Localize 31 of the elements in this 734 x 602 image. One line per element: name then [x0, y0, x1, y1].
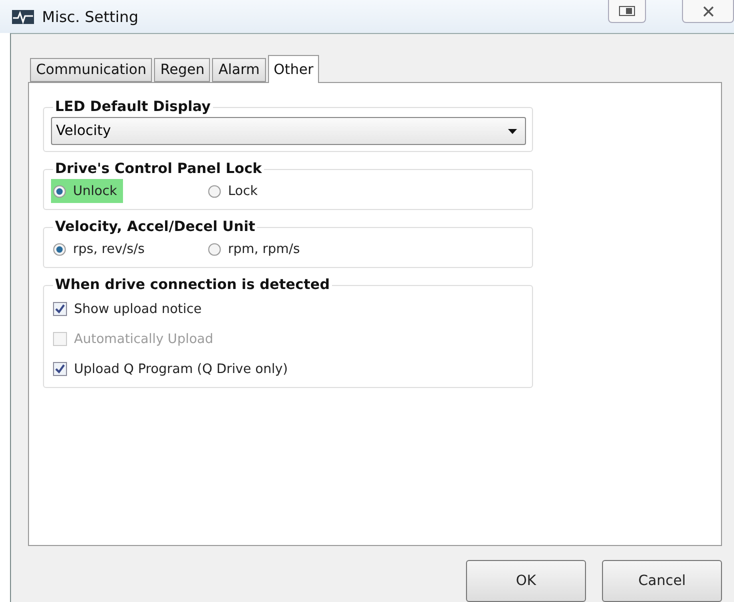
tab[interactable]: Regen [154, 58, 210, 82]
close-icon [702, 6, 714, 16]
option-label: rpm, rpm/s [228, 242, 300, 256]
option-label: Upload Q Program (Q Drive only) [74, 362, 288, 376]
option-label: Show upload notice [74, 302, 202, 316]
caret-icon [508, 128, 517, 134]
option-label: rps, rev/s/s [73, 242, 145, 256]
radio-button[interactable] [208, 184, 221, 198]
group-title: Drive's Control Panel Lock [54, 161, 263, 177]
dialog-button[interactable]: Cancel [602, 560, 722, 602]
checkbox[interactable] [53, 302, 67, 316]
radio-button[interactable] [208, 242, 221, 256]
tab[interactable]: Communication [30, 58, 152, 82]
close-button[interactable] [682, 0, 734, 23]
group-title: LED Default Display [54, 99, 212, 115]
restore-button[interactable] [608, 0, 646, 23]
app-icon [12, 10, 34, 24]
dropdown[interactable]: Velocity [51, 117, 526, 145]
radio-button[interactable] [53, 242, 66, 256]
window-icon [619, 6, 635, 16]
dialog-button[interactable]: OK [466, 560, 586, 602]
group-title: Velocity, Accel/Decel Unit [54, 219, 256, 235]
radio-button[interactable] [53, 184, 66, 198]
option-label: Unlock [73, 184, 117, 198]
group-title: When drive connection is detected [54, 277, 331, 293]
option-label: Lock [228, 184, 258, 198]
tab[interactable]: Other [268, 55, 320, 83]
option-label: Automatically Upload [74, 332, 214, 346]
checkbox[interactable] [53, 362, 67, 376]
window-title: Misc. Setting [42, 8, 138, 26]
tab[interactable]: Alarm [212, 58, 266, 82]
